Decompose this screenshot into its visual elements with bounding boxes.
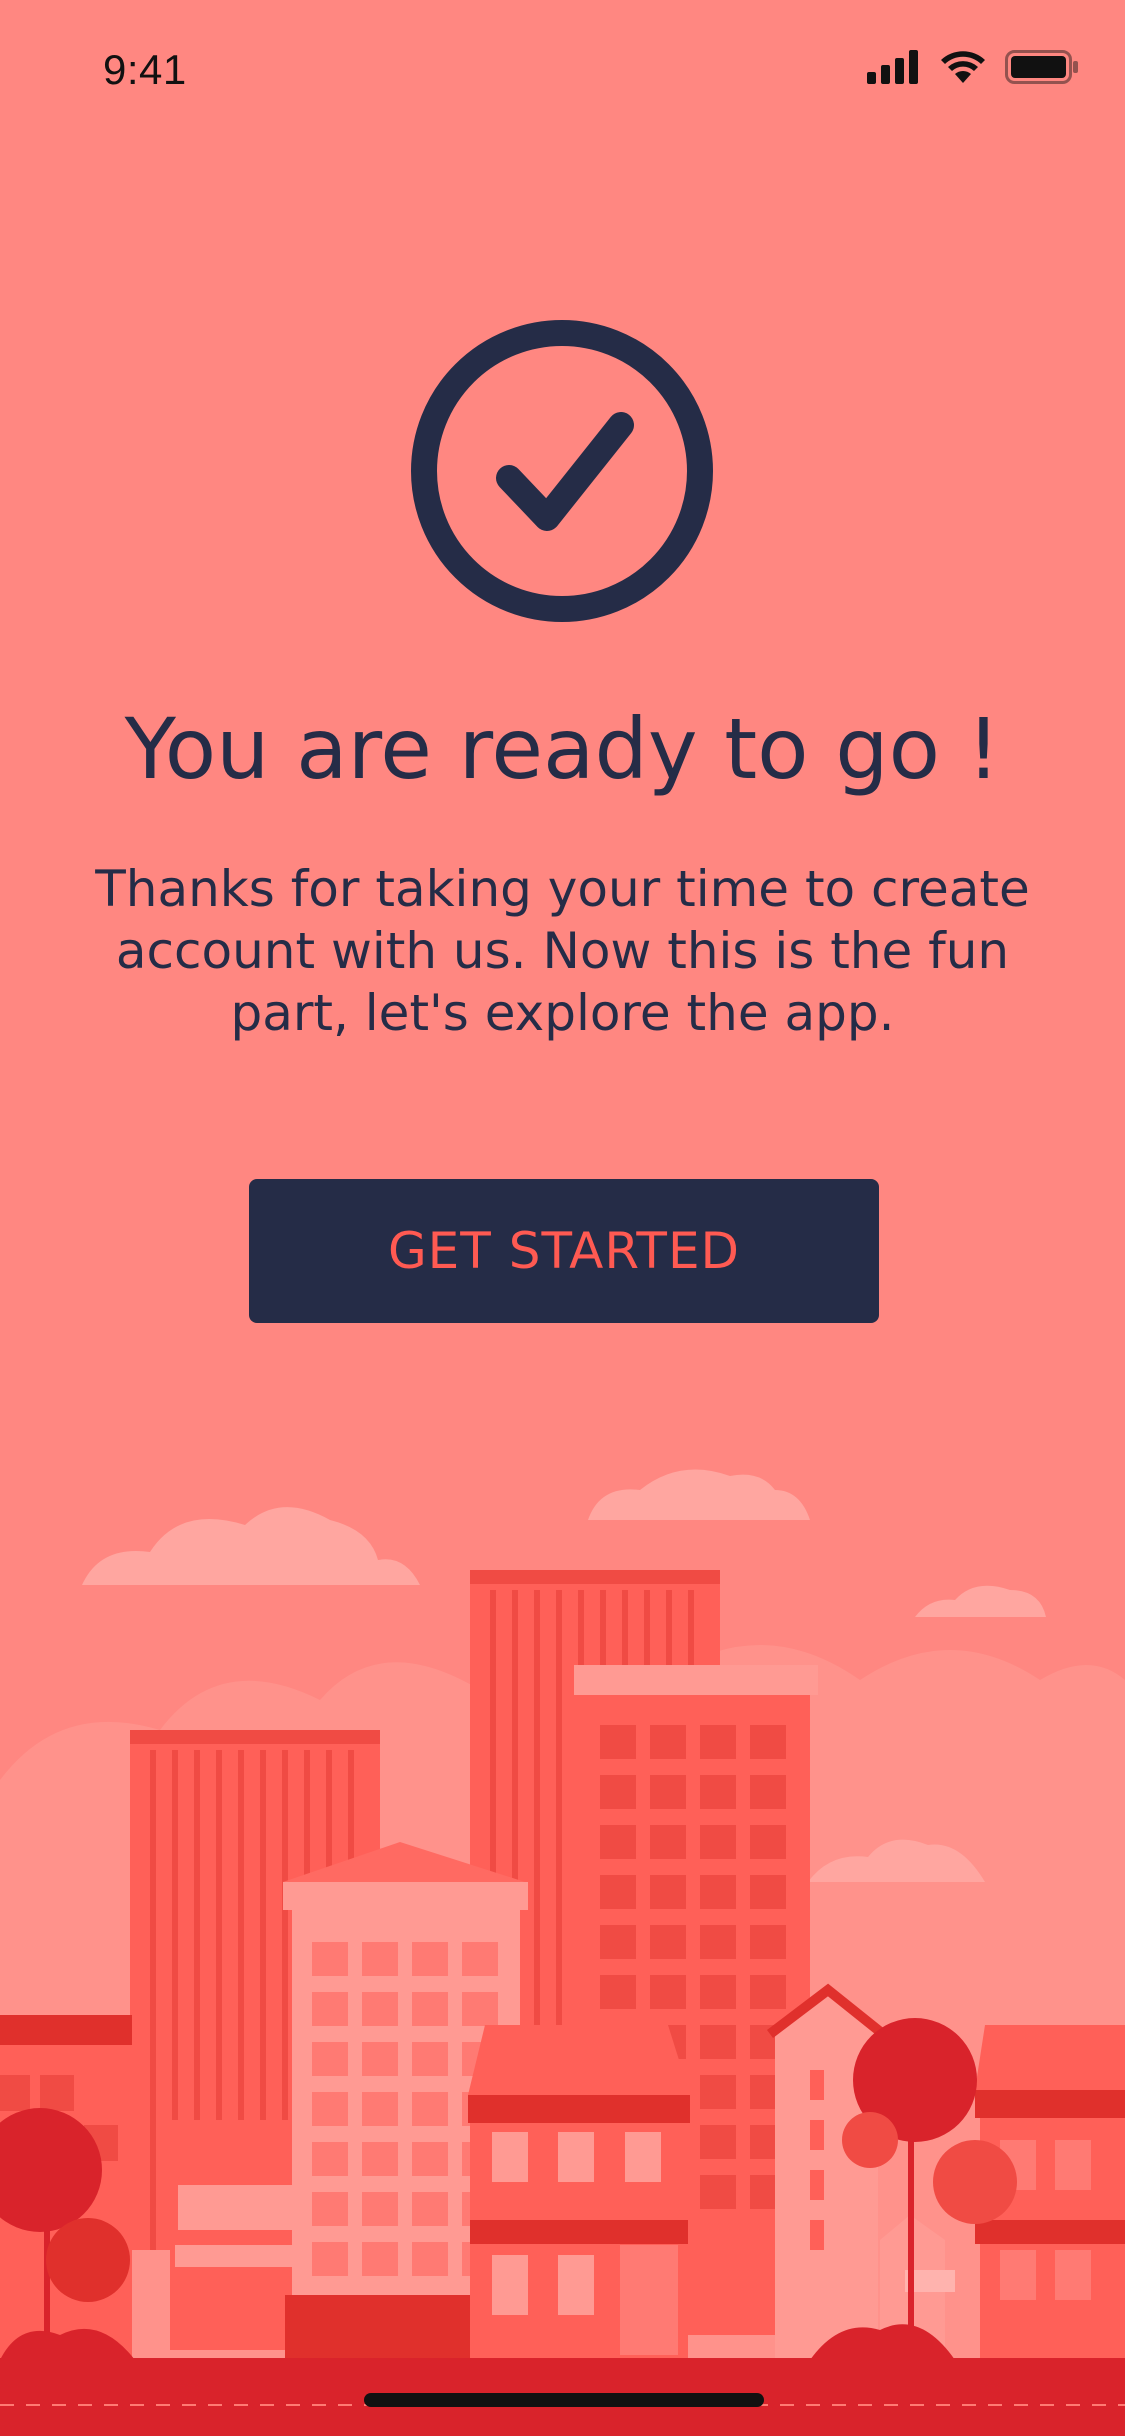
status-bar: 9:41: [0, 0, 1125, 140]
battery-icon: [1005, 50, 1078, 84]
city-illustration: [0, 1469, 1125, 2436]
status-time: 9:41: [103, 46, 187, 93]
success-check-icon: [409, 318, 715, 624]
welcome-message: Thanks for taking your time to create ac…: [95, 860, 1030, 1042]
get-started-button[interactable]: GET STARTED: [249, 1179, 879, 1323]
wifi-icon: [941, 51, 985, 83]
signal-icon: [867, 50, 918, 84]
status-icons: [867, 50, 1079, 84]
home-indicator: [364, 2393, 764, 2407]
page-title: You are ready to go !: [124, 700, 1001, 798]
